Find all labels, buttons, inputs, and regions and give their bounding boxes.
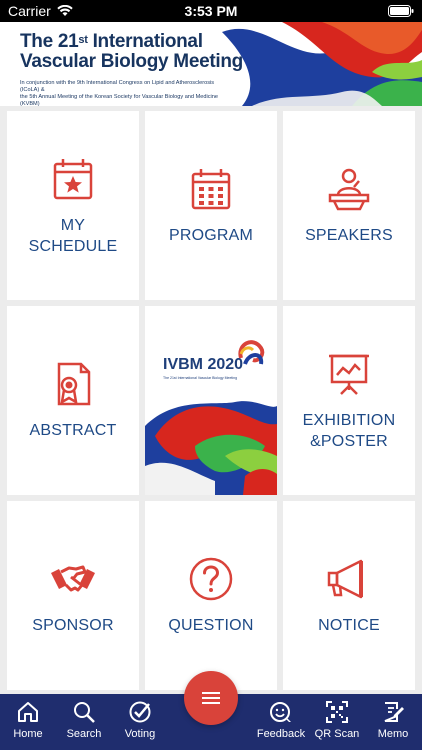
home-icon [18,702,38,722]
my-schedule-line1: MY [60,216,86,234]
banner-title-suffix: International [87,31,203,52]
abstract-tile[interactable]: ABSTRACT [7,306,139,495]
abstract-label: ABSTRACT [29,422,117,439]
tab-qr-scan[interactable]: QR Scan [309,700,365,740]
tab-memo-label: Memo [377,728,409,740]
exhibition-poster-tile[interactable]: EXHIBITION &POSTER [283,306,415,495]
banner-title-line2: Vascular Biology Meeting [20,51,243,72]
banner-subtitle-line2: the 5th Annual Meeting of the Korean Soc… [20,94,218,106]
tab-home[interactable]: Home [0,700,56,740]
question-label: QUESTION [168,617,254,634]
calendar-grid-icon [191,169,231,210]
ivbm-logo-text: IVBM 2020 [163,356,244,373]
notice-tile[interactable]: NOTICE [283,501,415,690]
conference-banner: The 21st International Vascular Biology … [0,22,422,106]
sponsor-label: SPONSOR [32,617,114,634]
banner-title-sup: st [78,34,88,46]
exhibition-line2: &POSTER [310,432,388,450]
smiley-edit-icon [270,702,291,722]
calendar-star-icon [53,158,93,199]
banner-subtitle-line1: In conjunction with the 9th Internationa… [20,80,215,93]
my-schedule-label: MY SCHEDULE [29,215,118,257]
my-schedule-tile[interactable]: MY SCHEDULE [7,111,139,300]
battery-icon [388,4,414,20]
exhibition-line1: EXHIBITION [302,411,396,429]
ivbm-logo-subtitle: The 21st International Vascular Biology … [163,376,238,380]
banner-title: The 21st International Vascular Biology … [20,32,243,72]
status-time: 3:53 PM [184,3,238,19]
speaker-podium-icon [328,168,370,211]
event-logo-tile[interactable]: IVBM 2020 The 21st International Vascula… [145,306,277,495]
notice-label: NOTICE [318,617,380,634]
tab-feedback-label: Feedback [256,728,306,740]
tab-voting[interactable]: Voting [112,700,168,740]
tab-home-label: Home [13,728,43,740]
tab-feedback[interactable]: Feedback [253,700,309,740]
menu-fab-button[interactable] [184,671,238,725]
hamburger-menu-icon [202,692,220,704]
banner-ribbon-art [222,22,422,106]
sponsor-tile[interactable]: SPONSOR [7,501,139,690]
check-circle-icon [129,701,151,723]
megaphone-icon [327,559,363,599]
status-bar: Carrier 3:53 PM [0,0,422,22]
tab-voting-label: Voting [124,728,156,740]
question-tile[interactable]: QUESTION [145,501,277,690]
tab-memo[interactable]: Memo [365,700,421,740]
speakers-tile[interactable]: SPEAKERS [283,111,415,300]
search-icon [74,702,95,723]
program-tile[interactable]: PROGRAM [145,111,277,300]
question-circle-icon [189,557,233,601]
tab-qr-scan-label: QR Scan [314,728,360,740]
program-label: PROGRAM [168,227,254,244]
ivbm-swirl-logo [145,340,277,495]
banner-subtitle: In conjunction with the 9th Internationa… [20,80,225,106]
tab-search-label: Search [66,728,102,740]
banner-title-prefix: The 21 [20,31,79,52]
memo-edit-icon [384,702,404,722]
exhibition-poster-label: EXHIBITION &POSTER [303,410,396,452]
handshake-icon [51,565,95,592]
tab-search[interactable]: Search [56,700,112,740]
speakers-label: SPEAKERS [305,227,393,244]
my-schedule-line2: SCHEDULE [28,237,118,255]
qr-code-icon [326,701,348,723]
presentation-board-icon [329,354,369,395]
certificate-document-icon [57,362,91,406]
